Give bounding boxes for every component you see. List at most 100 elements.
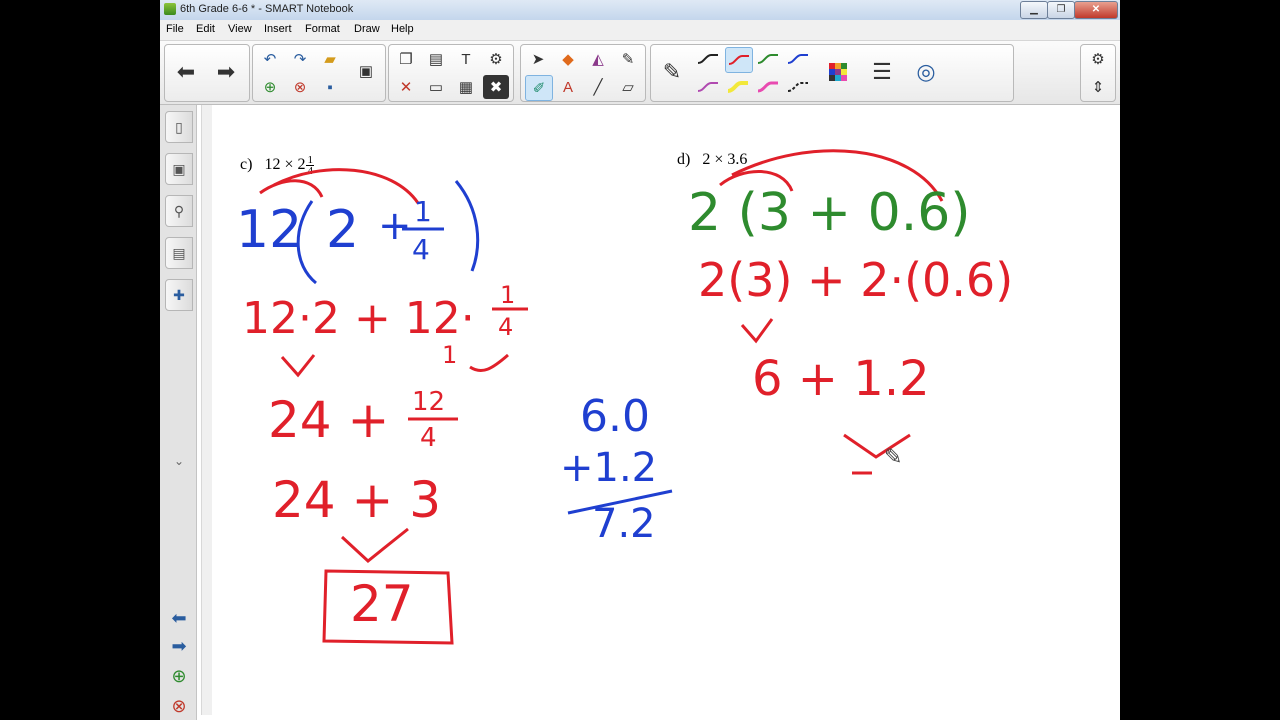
hw-c-answer: 27 (350, 575, 414, 633)
pen-styles-group: ✎ ☰ ◎ (650, 44, 1014, 102)
title-bar: 6th Grade 6-6 * - SMART Notebook ▁ ❐ ✕ (160, 0, 1120, 21)
add-page-icon[interactable]: ⊕ (257, 75, 283, 99)
eraser-icon[interactable]: ▱ (615, 75, 641, 99)
transparency-icon[interactable]: ◎ (909, 48, 943, 96)
table-icon[interactable]: ▦ (453, 75, 479, 99)
distribute-arc-2 (273, 168, 420, 204)
pen-style-red[interactable] (725, 47, 753, 73)
minimize-button[interactable]: ▁ (1020, 1, 1048, 19)
save-icon[interactable]: ▪ (317, 75, 343, 99)
nav-group: ⬅ ➡ (164, 44, 250, 102)
hw-c1-a: 2 (326, 200, 360, 260)
redo-icon[interactable]: ↷ (287, 47, 313, 71)
color-palette-icon[interactable] (821, 48, 855, 96)
hw-d1: 2 (3 + 0.6) (688, 183, 971, 243)
distribute-arc-1 (259, 179, 324, 198)
pen-style-yellow[interactable] (725, 75, 751, 99)
hw-c1-num: 1 (414, 195, 432, 228)
hw-c2-den: 4 (498, 313, 514, 341)
toolbar: ⬅ ➡ ↶ ↷ ▰ ▣ ⊕ ⊗ ▪ ❐ ▤ T ⚙ ✕ ▭ ▦ ✖ ➤ ◆ ◭ … (160, 41, 1120, 105)
screen-shade-icon[interactable]: ▭ (423, 75, 449, 99)
gallery-tab-icon[interactable]: ▣ (165, 153, 193, 185)
paren-right-blue (454, 180, 480, 272)
forward-arrow-icon[interactable]: ➡ (209, 48, 243, 96)
pen-style-dashed[interactable] (785, 75, 811, 99)
settings-group: ⚙ ⇕ (1080, 44, 1116, 102)
hw-c3-den: 4 (420, 423, 437, 453)
menu-view[interactable]: View (228, 23, 252, 35)
properties-tab-icon[interactable]: ▤ (165, 237, 193, 269)
menu-file[interactable]: File (166, 23, 184, 35)
gear-icon[interactable]: ⚙ (1085, 47, 1111, 71)
hw-side-top: 6.0 (580, 391, 650, 442)
open-folder-icon[interactable]: ▰ (317, 47, 343, 71)
hw-c1-whole: 12 (236, 200, 303, 260)
hw-side-sum: 7.2 (592, 501, 656, 547)
smart-app-icon (164, 3, 176, 15)
clear-icon[interactable]: ✖ (483, 75, 509, 99)
pen-cursor-icon: ✎ (884, 445, 903, 470)
menu-insert[interactable]: Insert (264, 23, 292, 35)
toolbar-move-icon[interactable]: ⇕ (1085, 75, 1111, 99)
attachments-tab-icon[interactable]: ⚲ (165, 195, 193, 227)
pen-icon[interactable]: ✎ (655, 48, 689, 96)
smart-notebook-window: 6th Grade 6-6 * - SMART Notebook ▁ ❐ ✕ F… (160, 0, 1120, 720)
pen-style-purple[interactable] (695, 75, 721, 99)
paste-icon[interactable]: ❐ (393, 47, 419, 71)
text-icon[interactable]: T (453, 47, 479, 71)
check-c-1 (280, 354, 316, 378)
hw-c2: 12·2 + 12· (242, 293, 475, 344)
pen-tool-icon[interactable]: ✐ (525, 75, 553, 101)
page-sorter-tab-icon[interactable]: ▯ (165, 111, 193, 143)
side-tabs: ▯ ▣ ⚲ ▤ ✚ ⌄ ⬅ ➡ ⊕ ⊗ (160, 105, 197, 720)
hw-c1-den: 4 (412, 233, 430, 266)
hw-c1-plus: + (378, 203, 412, 249)
check-d-1 (740, 318, 774, 344)
hw-c2-num: 1 (500, 281, 516, 309)
select-arrow-icon[interactable]: ➤ (525, 47, 551, 71)
delete-page-side-icon[interactable]: ⊗ (168, 695, 190, 717)
prev-page-icon[interactable]: ⬅ (168, 607, 190, 629)
hw-d2: 2(3) + 2·(0.6) (698, 253, 1014, 307)
hw-d3: 6 + 1.2 (752, 351, 930, 407)
collapse-chevron-icon[interactable]: ⌄ (168, 450, 190, 472)
menu-help[interactable]: Help (391, 23, 414, 35)
addons-tab-icon[interactable]: ✚ (165, 279, 193, 311)
delete-page-icon[interactable]: ⊗ (287, 75, 313, 99)
pen-style-blue[interactable] (785, 47, 811, 71)
menu-draw[interactable]: Draw (354, 23, 380, 35)
screen-capture-icon[interactable]: ▤ (423, 47, 449, 71)
maximize-button[interactable]: ❐ (1047, 1, 1075, 19)
chevron-c (340, 527, 409, 563)
page-group: ↶ ↷ ▰ ▣ ⊕ ⊗ ▪ (252, 44, 386, 102)
undo-icon[interactable]: ↶ (257, 47, 283, 71)
hw-c4: 24 + 3 (272, 471, 442, 529)
screen-icon[interactable]: ▣ (353, 59, 379, 83)
add-page-side-icon[interactable]: ⊕ (168, 665, 190, 687)
line-tool-icon[interactable]: ╱ (585, 75, 611, 99)
hw-side-add: +1.2 (560, 445, 658, 491)
shapes-icon[interactable]: ◆ (555, 47, 581, 71)
next-page-icon[interactable]: ➡ (168, 635, 190, 657)
pen-style-pink[interactable] (755, 75, 781, 99)
text-tool-icon[interactable]: A (555, 75, 581, 99)
magic-pen-icon[interactable]: ✎ (615, 47, 641, 71)
menu-bar: File Edit View Insert Format Draw Help (160, 20, 1120, 41)
pen-style-black[interactable] (695, 47, 721, 71)
back-arrow-icon[interactable]: ⬅ (169, 48, 203, 96)
edit-group: ❐ ▤ T ⚙ ✕ ▭ ▦ ✖ (388, 44, 514, 102)
window-title: 6th Grade 6-6 * - SMART Notebook (180, 3, 354, 15)
tools-group: ➤ ◆ ◭ ✎ ✐ A ╱ ▱ (520, 44, 646, 102)
menu-format[interactable]: Format (305, 23, 340, 35)
hw-c3-num: 12 (412, 387, 446, 417)
hw-c2-note: 1 (442, 341, 458, 369)
line-style-icon[interactable]: ☰ (865, 48, 899, 96)
notebook-page[interactable]: c) 12 × 214 d) 2 × 3.6 12 2 + 1 4 12·2 +… (212, 105, 1120, 720)
pen-style-green[interactable] (755, 47, 781, 71)
close-button[interactable]: ✕ (1074, 1, 1118, 19)
delete-icon[interactable]: ✕ (393, 75, 419, 99)
check-c-2 (469, 353, 509, 372)
settings-icon[interactable]: ⚙ (483, 47, 509, 71)
fill-icon[interactable]: ◭ (585, 47, 611, 71)
menu-edit[interactable]: Edit (196, 23, 215, 35)
